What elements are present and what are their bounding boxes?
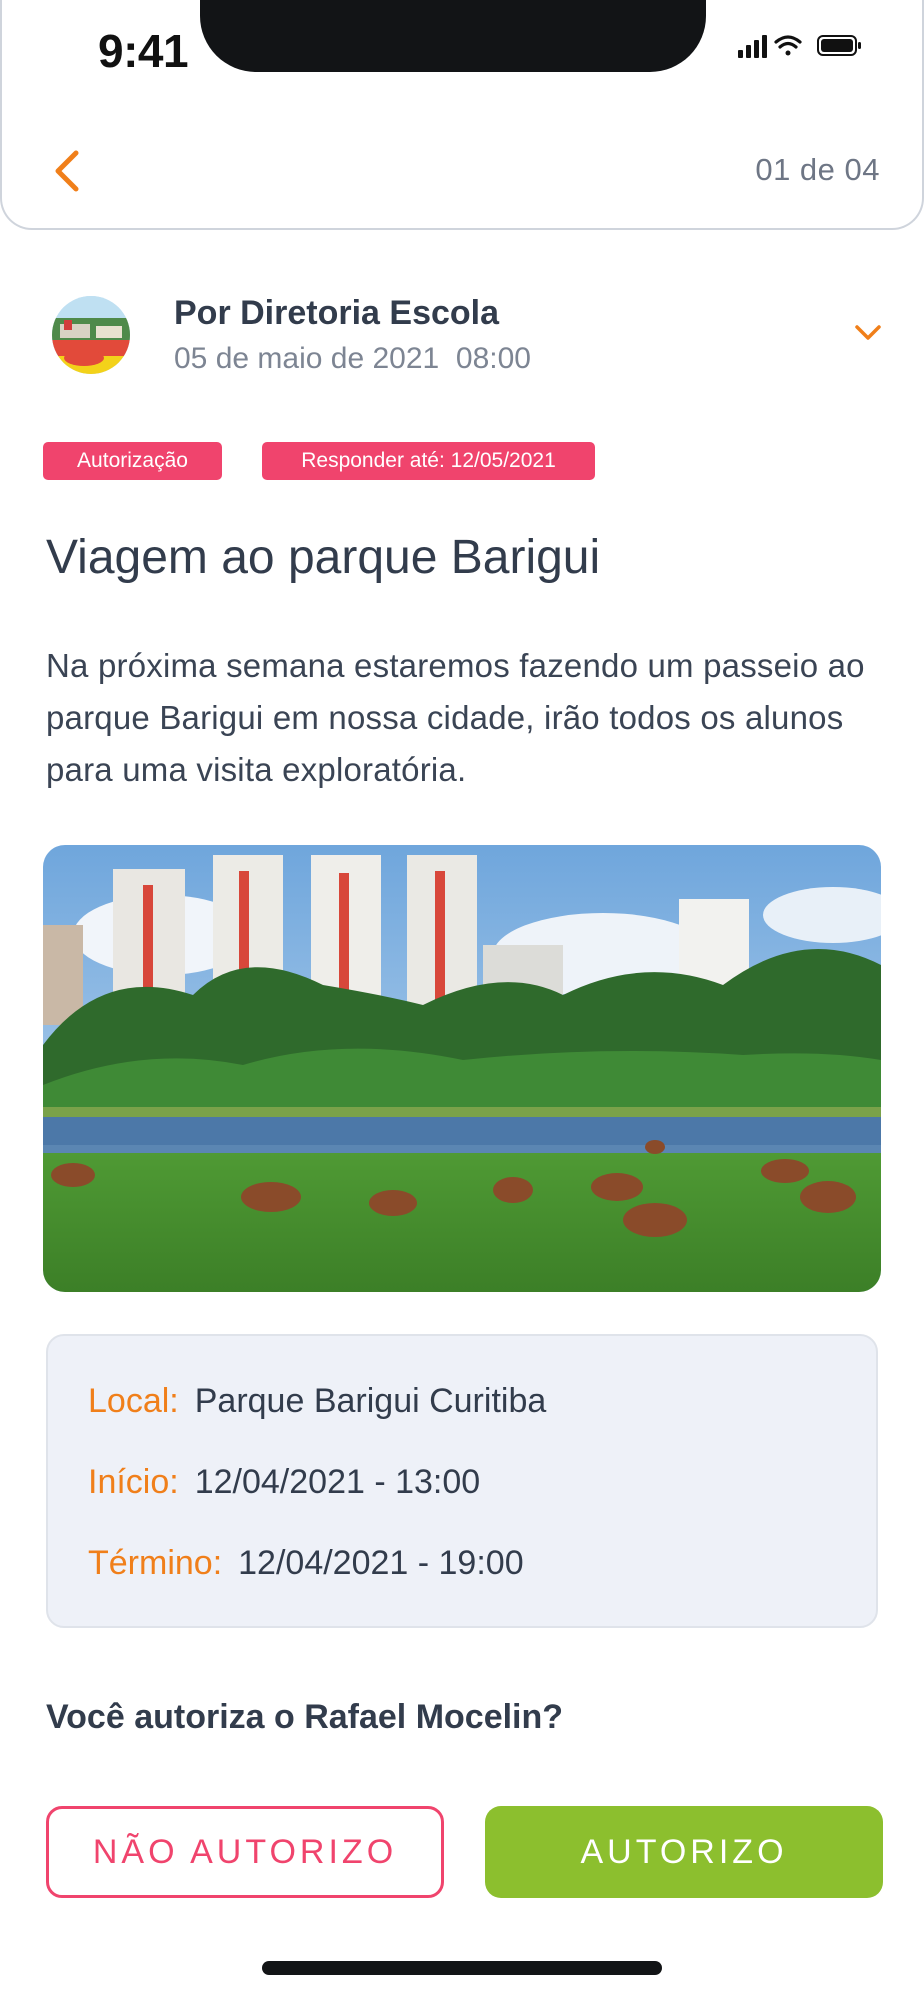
post-date: 05 de maio de 2021 08:00 — [174, 342, 531, 375]
start-value: 12/04/2021 - 13:00 — [194, 1463, 481, 1501]
back-button[interactable] — [42, 145, 90, 197]
device-notch — [200, 0, 706, 72]
expand-button[interactable] — [850, 318, 886, 348]
page-counter: 01 de 04 — [755, 152, 880, 187]
deadline-tag: Responder até: 12/05/2021 — [262, 442, 595, 480]
signal-icon — [738, 35, 767, 58]
event-details-card: Local: Parque Barigui Curitiba Início: 12/… — [46, 1334, 878, 1628]
park-photo — [43, 845, 881, 1292]
status-icons — [738, 35, 861, 58]
start-row: Início: 12/04/2021 - 13:00 — [88, 1463, 480, 1502]
battery-icon — [817, 35, 861, 56]
status-bar-time: 9:41 — [98, 25, 189, 77]
location-value: Parque Barigui Curitiba — [194, 1382, 547, 1420]
location-label: Local: — [88, 1382, 179, 1420]
author-avatar — [52, 296, 130, 374]
chevron-down-icon — [855, 325, 881, 340]
author-name: Por Diretoria Escola — [174, 294, 500, 332]
start-label: Início: — [88, 1463, 179, 1501]
top-navigation-bar: 9:41 01 de 04 — [0, 0, 924, 230]
end-value: 12/04/2021 - 19:00 — [238, 1544, 524, 1582]
end-label: Término: — [88, 1544, 223, 1582]
home-indicator — [262, 1961, 662, 1975]
type-tag: Autorização — [43, 442, 222, 480]
wifi-icon — [774, 35, 802, 56]
deny-button[interactable]: NÃO AUTORIZO — [46, 1806, 444, 1898]
post-title: Viagem ao parque Barigui — [46, 531, 601, 584]
location-row: Local: Parque Barigui Curitiba — [88, 1382, 546, 1421]
post-body: Na próxima semana estaremos fazendo um p… — [46, 647, 865, 788]
authorize-button[interactable]: AUTORIZO — [485, 1806, 883, 1898]
authorization-question: Você autoriza o Rafael Mocelin? — [46, 1698, 564, 1736]
end-row: Término: 12/04/2021 - 19:00 — [88, 1544, 524, 1583]
back-chevron-icon — [55, 150, 79, 192]
